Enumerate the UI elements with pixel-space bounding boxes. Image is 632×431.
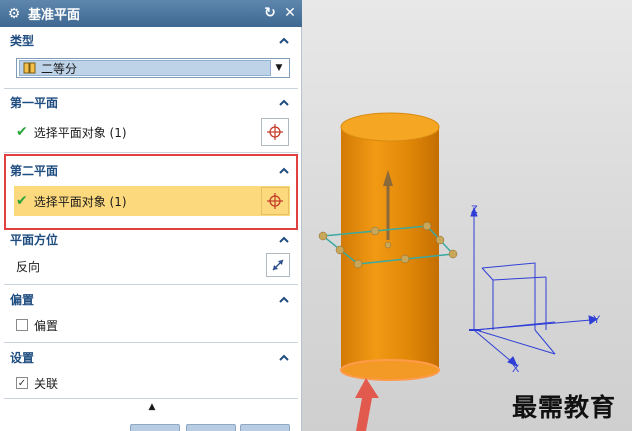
chevron-up-icon[interactable] — [276, 292, 292, 306]
plane-handle — [370, 226, 380, 236]
chevron-up-icon[interactable] — [276, 95, 292, 109]
triangle-up-icon[interactable]: ▲ — [146, 402, 158, 412]
reverse-direction-label: 反向 — [16, 259, 41, 274]
divider — [4, 342, 298, 343]
plane-handle — [384, 241, 392, 249]
type-dropdown-value: 二等分 — [41, 61, 78, 76]
reset-icon[interactable]: ↻ — [262, 5, 278, 21]
dialog-titlebar[interactable]: ⚙ 基准平面 ↻ ✕ — [0, 0, 302, 27]
chevron-down-icon[interactable]: ▼ — [271, 60, 287, 76]
offset-checkbox-label: 偏置 — [34, 318, 59, 333]
dialog-title: 基准平面 — [28, 8, 81, 23]
chevron-up-icon[interactable] — [276, 163, 292, 177]
chevron-up-icon[interactable] — [276, 33, 292, 47]
section-settings-label: 设置 — [10, 350, 35, 365]
plane-handle — [448, 249, 458, 259]
associative-checkbox-label: 关联 — [34, 376, 59, 391]
section-orientation-label: 平面方位 — [10, 232, 59, 247]
plane-handle — [318, 231, 328, 241]
divider — [4, 284, 298, 285]
chevron-up-icon[interactable] — [276, 232, 292, 246]
second-plane-select-label[interactable]: ✔ 选择平面对象 (1) — [16, 193, 127, 209]
crosshair-icon — [267, 193, 283, 209]
plane-handle — [400, 254, 410, 264]
section-first-plane-label: 第一平面 — [10, 95, 59, 110]
type-dropdown[interactable]: 二等分 ▼ — [16, 58, 290, 78]
plane-handle — [422, 221, 432, 231]
y-axis-label: Y — [593, 314, 601, 326]
graphics-viewport[interactable]: Z Y X — [303, 0, 632, 431]
z-axis-label: Z — [471, 204, 478, 216]
cancel-button[interactable] — [240, 424, 290, 431]
first-plane-crosshair-button[interactable] — [261, 118, 289, 146]
offset-checkbox-row[interactable]: 偏置 — [16, 317, 58, 333]
section-type-label: 类型 — [10, 33, 35, 48]
checkmark-icon: ✔ — [16, 193, 28, 209]
plane-handle — [335, 245, 345, 255]
bisector-icon — [23, 62, 36, 74]
ok-button[interactable] — [130, 424, 180, 431]
associative-checkbox[interactable]: ✓ — [16, 377, 28, 389]
reverse-direction-button[interactable] — [266, 253, 290, 277]
close-icon[interactable]: ✕ — [282, 5, 298, 21]
red-pointer-arrow — [355, 378, 379, 431]
coordinate-triad — [469, 206, 599, 367]
viewport-canvas[interactable]: Z Y X — [303, 0, 632, 431]
section-type-header[interactable]: 类型 — [4, 30, 298, 50]
watermark-text: 最需教育 — [512, 393, 617, 422]
plane-handle — [353, 259, 363, 269]
x-axis-label: X — [512, 363, 520, 375]
chevron-up-icon[interactable] — [276, 350, 292, 364]
second-plane-crosshair-button[interactable] — [261, 187, 289, 215]
apply-button[interactable] — [186, 424, 236, 431]
section-orientation-header[interactable]: 平面方位 — [4, 229, 298, 249]
first-plane-select-row[interactable]: ✔ 选择平面对象 (1) — [16, 124, 127, 140]
plane-handle — [435, 235, 445, 245]
datum-plane-dialog: ⚙ 基准平面 ↻ ✕ 类型 二等分 ▼ 第一平面 ✔ 选择平面对象 (1) 第二… — [0, 0, 302, 431]
second-plane-select-text: 选择平面对象 (1) — [33, 194, 127, 209]
divider — [4, 152, 298, 153]
divider — [4, 88, 298, 89]
offset-checkbox[interactable] — [16, 319, 28, 331]
section-second-plane-header[interactable]: 第二平面 — [4, 160, 298, 180]
section-offset-header[interactable]: 偏置 — [4, 289, 298, 309]
section-settings-header[interactable]: 设置 — [4, 347, 298, 367]
crosshair-icon — [267, 124, 283, 140]
section-first-plane-header[interactable]: 第一平面 — [4, 92, 298, 112]
associative-checkbox-row[interactable]: ✓ 关联 — [16, 375, 58, 391]
divider — [4, 398, 298, 399]
section-offset-label: 偏置 — [10, 292, 35, 307]
section-second-plane-label: 第二平面 — [10, 163, 59, 178]
type-dropdown-selection[interactable]: 二等分 — [19, 60, 271, 76]
gear-icon[interactable]: ⚙ — [6, 6, 22, 22]
checkmark-icon: ✔ — [16, 124, 28, 140]
first-plane-select-text: 选择平面对象 (1) — [33, 125, 127, 140]
reverse-arrows-icon — [272, 259, 284, 271]
